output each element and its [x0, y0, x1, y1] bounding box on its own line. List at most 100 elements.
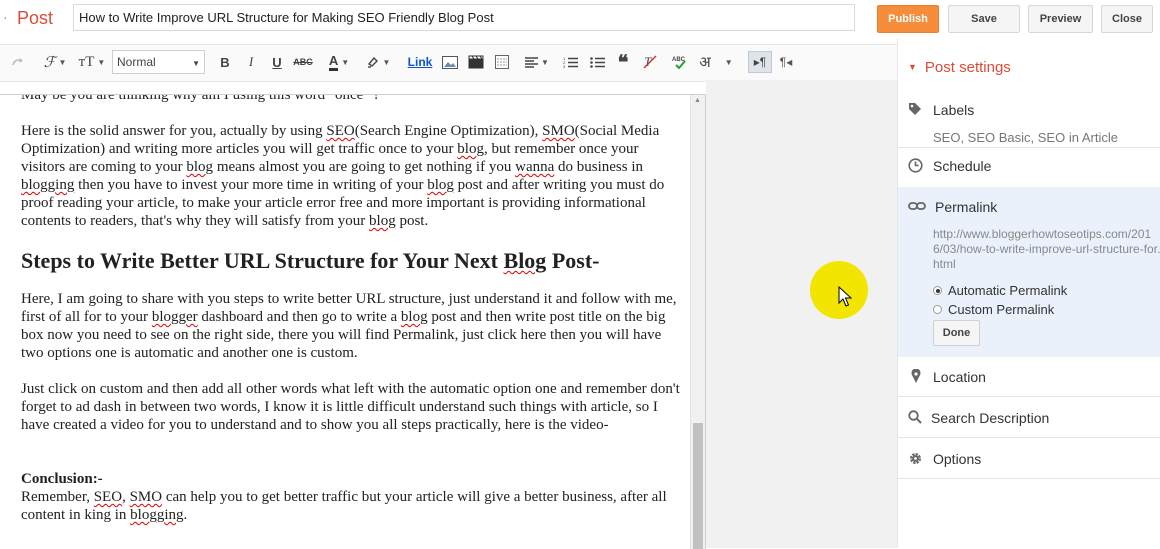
- text-color-icon[interactable]: A ▼: [322, 51, 356, 73]
- editor-header: · Post Publish Save Preview Close: [0, 0, 1160, 38]
- editor-content[interactable]: May be you are thinking why am I using t…: [21, 94, 681, 542]
- options-label: Options: [933, 451, 982, 467]
- location-label: Location: [933, 369, 986, 385]
- automatic-permalink-option[interactable]: Automatic Permalink: [933, 283, 1067, 298]
- post-settings-header[interactable]: ▼ Post settings: [908, 59, 1011, 76]
- post-type-label: Post: [17, 8, 54, 28]
- chevron-down-icon: ▼: [192, 59, 200, 68]
- divider: [898, 396, 1160, 397]
- bulleted-list-icon[interactable]: [587, 51, 607, 73]
- paragraph-4: Remember, SEO, SMO can help you to get b…: [21, 489, 667, 523]
- clock-icon: [908, 158, 923, 176]
- misspelled-word[interactable]: blog: [186, 159, 213, 175]
- paragraph-2: Here, I am going to share with you steps…: [21, 291, 677, 361]
- italic-icon[interactable]: I: [242, 51, 260, 73]
- schedule-setting[interactable]: Schedule: [898, 158, 1160, 178]
- search-description-setting[interactable]: Search Description: [898, 410, 1160, 430]
- close-button[interactable]: Close: [1101, 5, 1153, 33]
- breadcrumb-dot: ·: [3, 9, 8, 25]
- clear-formatting-icon[interactable]: T: [640, 51, 660, 73]
- misspelled-word[interactable]: SMO: [542, 123, 575, 139]
- schedule-label: Schedule: [933, 158, 992, 174]
- strikethrough-icon[interactable]: ABC: [292, 51, 314, 73]
- gear-icon: [908, 451, 923, 469]
- permalink-url: http://www.bloggerhowtoseotips.com/2016/…: [933, 227, 1160, 271]
- format-select[interactable]: Normal ▼: [112, 50, 205, 74]
- underline-icon[interactable]: U: [268, 51, 286, 73]
- misspelled-word[interactable]: blogger: [152, 309, 198, 325]
- misspelled-word[interactable]: blog: [401, 309, 428, 325]
- post-settings-title: Post settings: [924, 59, 1011, 76]
- options-setting[interactable]: Options: [898, 451, 1160, 471]
- font-size-icon[interactable]: тT ▼: [76, 51, 108, 73]
- location-pin-icon: [911, 368, 921, 387]
- search-description-label: Search Description: [931, 410, 1050, 426]
- paragraph-1: Here is the solid answer for you, actual…: [21, 123, 665, 229]
- format-select-value: Normal: [117, 55, 156, 69]
- location-setting[interactable]: Location: [898, 368, 1160, 389]
- ltr-icon[interactable]: ▸¶: [748, 51, 772, 73]
- conclusion-heading: Conclusion:-: [21, 471, 103, 487]
- misspelled-word[interactable]: Blog: [504, 248, 547, 273]
- insert-jump-break-icon[interactable]: [492, 51, 512, 73]
- divider: [898, 147, 1160, 148]
- misspelled-word[interactable]: SMO: [130, 489, 163, 505]
- article-heading: Steps to Write Better URL Structure for …: [21, 248, 600, 273]
- permalink-setting[interactable]: Permalink: [898, 199, 1160, 219]
- custom-permalink-option[interactable]: Custom Permalink: [933, 302, 1054, 317]
- bold-icon[interactable]: B: [216, 51, 234, 73]
- misspelled-word[interactable]: blog: [457, 141, 484, 157]
- misspelled-word[interactable]: blogging: [130, 507, 183, 523]
- insert-image-icon[interactable]: [440, 51, 460, 73]
- scrollbar-thumb[interactable]: [693, 423, 703, 549]
- spell-check-icon[interactable]: ABC: [670, 51, 690, 73]
- permalink-panel: Permalink http://www.bloggerhowtoseotips…: [898, 187, 1160, 357]
- misspelled-word[interactable]: blogging: [21, 177, 74, 193]
- misspelled-word[interactable]: blog: [369, 213, 396, 229]
- redo-icon[interactable]: [9, 51, 27, 73]
- quote-icon[interactable]: ❝: [613, 51, 633, 74]
- mouse-cursor-icon: [838, 286, 852, 307]
- misspelled-word[interactable]: SEO: [326, 123, 354, 139]
- permalink-done-button[interactable]: Done: [933, 320, 980, 346]
- link-icon: [908, 199, 926, 215]
- rtl-icon[interactable]: ¶◂: [776, 51, 796, 73]
- highlight-color-icon[interactable]: ▼: [363, 51, 393, 73]
- paragraph-intro: May be you are thinking why am I using t…: [21, 94, 380, 103]
- post-title-input[interactable]: [73, 4, 855, 31]
- permalink-label: Permalink: [935, 199, 998, 215]
- misspelled-word[interactable]: blog: [427, 177, 454, 193]
- numbered-list-icon[interactable]: 123: [560, 51, 580, 73]
- automatic-permalink-label: Automatic Permalink: [948, 283, 1068, 298]
- labels-label: Labels: [933, 102, 975, 118]
- paragraph-3: Just click on custom and then add all ot…: [21, 381, 680, 433]
- divider: [898, 478, 1160, 479]
- svg-text:3: 3: [563, 64, 566, 69]
- publish-button[interactable]: Publish: [877, 5, 939, 33]
- transliteration-icon[interactable]: अ ▼: [696, 51, 736, 73]
- collapse-triangle-icon: ▼: [908, 62, 917, 72]
- font-family-icon[interactable]: ℱ ▼: [40, 51, 70, 73]
- misspelled-word[interactable]: wanna: [515, 159, 554, 175]
- align-icon[interactable]: ▼: [522, 51, 552, 73]
- insert-video-icon[interactable]: [466, 51, 486, 73]
- tag-icon: [908, 102, 922, 119]
- transliteration-glyph: अ: [699, 54, 711, 71]
- radio-selected-icon[interactable]: [933, 286, 942, 295]
- custom-permalink-label: Custom Permalink: [948, 302, 1055, 317]
- editor-toolbar: ℱ ▼ тT ▼ Normal ▼ B I U ABC A ▼ ▼ Link ▼ 12…: [0, 44, 897, 82]
- preview-button[interactable]: Preview: [1028, 5, 1093, 33]
- labels-setting[interactable]: Labels: [898, 102, 1160, 122]
- insert-link-button[interactable]: Link: [405, 51, 435, 73]
- labels-value: SEO, SEO Basic, SEO in Article: [933, 130, 1118, 145]
- divider: [898, 437, 1160, 438]
- editor-background: [706, 80, 897, 548]
- search-icon: [908, 410, 922, 427]
- misspelled-word[interactable]: SEO: [94, 489, 122, 505]
- post-body-editor[interactable]: May be you are thinking why am I using t…: [0, 94, 706, 549]
- radio-unselected-icon[interactable]: [933, 305, 942, 314]
- post-settings-sidebar: ▼ Post settings Labels SEO, SEO Basic, SE…: [897, 38, 1160, 548]
- editor-scrollbar[interactable]: ▲: [690, 95, 705, 549]
- scroll-up-arrow-icon[interactable]: ▲: [694, 97, 701, 104]
- save-button[interactable]: Save: [948, 5, 1020, 33]
